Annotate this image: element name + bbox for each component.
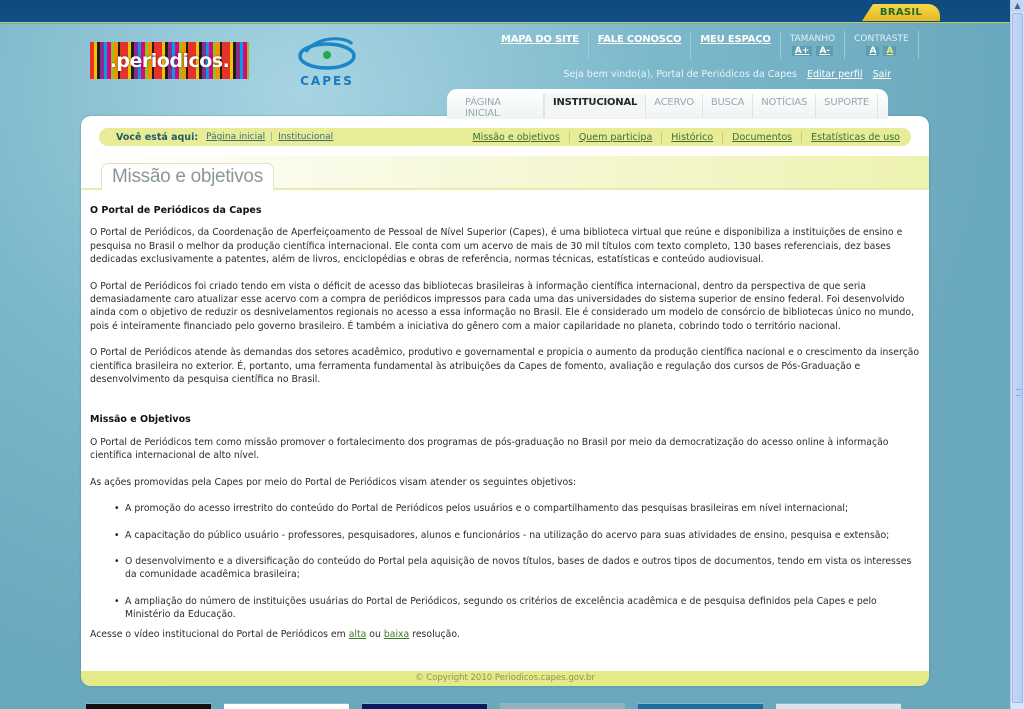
partner-banner[interactable] (362, 703, 487, 709)
scrollbar-thumb[interactable] (1012, 13, 1023, 703)
video-high-res-link[interactable]: alta (349, 629, 367, 640)
welcome-text: Seja bem vindo(a), Portal de Periódicos … (563, 69, 797, 80)
video-text: Acesse o vídeo institucional do Portal d… (90, 628, 346, 640)
video-text: ou (369, 628, 381, 640)
partner-banner[interactable] (500, 703, 625, 709)
contrast-label: CONTRASTE (854, 34, 909, 44)
partner-banners (86, 703, 901, 709)
content-panel: Você está aqui: Página inicial | Institu… (81, 116, 929, 686)
font-increase-button[interactable]: A+ (791, 46, 813, 56)
font-size-control: TAMANHO A+ A- (781, 31, 846, 59)
contact-link[interactable]: FALE CONOSCO (589, 31, 692, 59)
paragraph: O Portal de Periódicos tem como missão p… (90, 436, 889, 462)
list-item: O desenvolvimento e a diversificação do … (114, 555, 920, 582)
section-subnav: Missão e objetivos Quem participa Histór… (463, 131, 909, 143)
objectives-list: A promoção do acesso irrestrito do conte… (114, 502, 920, 621)
subnav-historico-link[interactable]: Histórico (661, 131, 722, 143)
my-space-link[interactable]: MEU ESPAÇO (691, 31, 781, 59)
section-heading: O Portal de Periódicos da Capes (90, 205, 262, 216)
welcome-bar: Seja bem vindo(a), Portal de Periódicos … (563, 69, 891, 80)
font-decrease-button[interactable]: A- (816, 46, 834, 56)
top-links: MAPA DO SITE FALE CONOSCO MEU ESPAÇO TAM… (495, 31, 919, 61)
page-title: Missão e objetivos (101, 163, 274, 190)
article-content: O Portal de Periódicos da Capes O Portal… (90, 204, 920, 654)
video-low-res-link[interactable]: baixa (384, 629, 409, 640)
capes-emblem-icon (298, 37, 356, 70)
paragraph: As ações promovidas pela Capes por meio … (90, 476, 577, 488)
list-item: A capacitação do público usuário - profe… (114, 529, 920, 543)
paragraph: O Portal de Periódicos atende às demanda… (90, 347, 920, 386)
vertical-scrollbar[interactable]: ▲ (1010, 0, 1024, 709)
subnav-missao-link[interactable]: Missão e objetivos (463, 132, 568, 143)
paragraph: O Portal de Periódicos foi criado tendo … (90, 280, 915, 332)
tab-noticias[interactable]: NOTÍCIAS (753, 94, 817, 118)
periodicos-logo[interactable]: .periodicos. (90, 42, 249, 79)
page-title-bar: Missão e objetivos (81, 156, 929, 190)
contrast-control: CONTRASTE A A (845, 31, 919, 59)
tab-suporte[interactable]: SUPORTE (816, 94, 878, 118)
tab-pagina-inicial[interactable]: PÁGINA INICIAL (457, 94, 544, 119)
scrollbar-grip-icon (1016, 389, 1021, 396)
breadcrumb-separator: | (270, 132, 274, 142)
capes-logo[interactable]: CAPES (295, 34, 359, 92)
periodicos-logo-text: .periodicos. (109, 49, 230, 72)
subnav-estatisticas-link[interactable]: Estatísticas de uso (801, 131, 909, 143)
tab-institucional[interactable]: INSTITUCIONAL (543, 94, 647, 118)
contrast-high-button[interactable]: A (883, 46, 897, 56)
list-item: A ampliação do número de instituições us… (114, 595, 920, 622)
subnav-quem-participa-link[interactable]: Quem participa (568, 131, 661, 143)
tab-acervo[interactable]: ACERVO (646, 94, 703, 118)
breadcrumb-institucional-link[interactable]: Institucional (278, 132, 333, 142)
partner-banner[interactable] (776, 703, 901, 709)
breadcrumb-label: Você está aqui: (116, 131, 199, 143)
partner-banner[interactable] (224, 703, 349, 709)
subnav-documentos-link[interactable]: Documentos (722, 131, 801, 143)
government-bar: BRASIL (0, 0, 1010, 23)
logout-link[interactable]: Sair (873, 69, 891, 80)
footer-copyright: © Copyright 2010 Periodicos.capes.gov.br (81, 671, 929, 686)
section-heading: Missão e Objetivos (90, 414, 191, 426)
partner-banner[interactable] (86, 703, 211, 709)
edit-profile-link[interactable]: Editar perfil (807, 69, 863, 80)
font-size-label: TAMANHO (789, 34, 836, 44)
brasil-badge-link[interactable]: BRASIL (862, 4, 940, 21)
video-text: resolução. (412, 628, 460, 640)
list-item: A promoção do acesso irrestrito do conte… (114, 502, 920, 516)
site-map-link[interactable]: MAPA DO SITE (495, 31, 589, 59)
tab-busca[interactable]: BUSCA (703, 94, 754, 118)
breadcrumb-home-link[interactable]: Página inicial (206, 132, 265, 142)
scroll-up-icon[interactable]: ▲ (1011, 0, 1024, 12)
partner-banner[interactable] (638, 703, 763, 709)
contrast-normal-button[interactable]: A (866, 46, 880, 56)
paragraph: O Portal de Periódicos, da Coordenação d… (90, 227, 903, 266)
breadcrumb-bar: Você está aqui: Página inicial | Institu… (99, 128, 911, 146)
video-paragraph: Acesse o vídeo institucional do Portal d… (90, 628, 920, 641)
main-nav-tabs: PÁGINA INICIAL INSTITUCIONAL ACERVO BUSC… (447, 89, 888, 119)
capes-logo-text: CAPES (300, 74, 354, 88)
